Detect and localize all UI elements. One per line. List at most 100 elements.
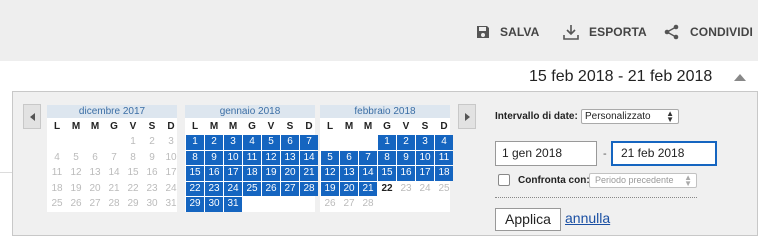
day-cell[interactable]: 28 bbox=[105, 197, 123, 212]
day-cell[interactable]: 12 bbox=[67, 166, 85, 181]
save-button[interactable]: SALVA bbox=[476, 23, 539, 41]
day-cell[interactable]: 31 bbox=[224, 197, 242, 212]
end-date-input[interactable]: 21 feb 2018 bbox=[611, 141, 717, 166]
day-cell[interactable]: 30 bbox=[143, 197, 161, 212]
day-cell[interactable]: 7 bbox=[359, 150, 377, 165]
day-cell[interactable]: 28 bbox=[359, 197, 377, 212]
day-cell[interactable]: 31 bbox=[162, 197, 180, 212]
day-cell[interactable]: 3 bbox=[416, 135, 434, 150]
day-cell[interactable]: 7 bbox=[300, 135, 318, 150]
day-cell[interactable]: 30 bbox=[205, 197, 223, 212]
day-cell[interactable]: 12 bbox=[262, 150, 280, 165]
day-cell[interactable]: 8 bbox=[378, 150, 396, 165]
day-cell[interactable]: 14 bbox=[359, 166, 377, 181]
day-cell[interactable]: 17 bbox=[162, 166, 180, 181]
day-cell[interactable]: 15 bbox=[378, 166, 396, 181]
day-cell[interactable]: 6 bbox=[86, 151, 104, 166]
day-cell[interactable]: 13 bbox=[281, 150, 299, 165]
day-cell[interactable]: 22 bbox=[124, 182, 142, 197]
day-cell[interactable]: 9 bbox=[205, 150, 223, 165]
day-cell[interactable]: 13 bbox=[86, 166, 104, 181]
day-cell[interactable]: 26 bbox=[321, 197, 339, 212]
date-range-display[interactable]: 15 feb 2018 - 21 feb 2018 bbox=[529, 68, 712, 86]
day-cell[interactable]: 20 bbox=[86, 182, 104, 197]
day-cell[interactable]: 16 bbox=[397, 166, 415, 181]
day-cell[interactable]: 12 bbox=[321, 166, 339, 181]
day-cell[interactable]: 10 bbox=[416, 150, 434, 165]
day-cell[interactable]: 27 bbox=[86, 197, 104, 212]
day-cell[interactable]: 27 bbox=[340, 197, 358, 212]
day-cell[interactable]: 25 bbox=[435, 182, 453, 197]
day-cell[interactable]: 14 bbox=[300, 150, 318, 165]
day-cell[interactable]: 2 bbox=[397, 135, 415, 150]
day-cell[interactable]: 18 bbox=[48, 182, 66, 197]
day-cell[interactable]: 19 bbox=[67, 182, 85, 197]
apply-button[interactable]: Applica bbox=[495, 208, 561, 231]
cancel-link[interactable]: annulla bbox=[565, 210, 610, 226]
day-cell[interactable]: 1 bbox=[186, 135, 204, 150]
day-cell[interactable]: 4 bbox=[48, 151, 66, 166]
export-button[interactable]: ESPORTA bbox=[563, 23, 647, 41]
interval-select[interactable]: Personalizzato ▲ ▼ bbox=[581, 109, 679, 124]
day-cell[interactable]: 17 bbox=[224, 166, 242, 181]
day-cell[interactable]: 16 bbox=[143, 166, 161, 181]
day-cell[interactable]: 3 bbox=[224, 135, 242, 150]
day-cell[interactable]: 3 bbox=[162, 135, 180, 150]
day-cell[interactable]: 23 bbox=[397, 182, 415, 197]
day-cell[interactable]: 8 bbox=[124, 151, 142, 166]
day-cell[interactable]: 29 bbox=[186, 197, 204, 212]
day-cell[interactable]: 21 bbox=[105, 182, 123, 197]
day-cell[interactable]: 24 bbox=[162, 182, 180, 197]
day-cell[interactable]: 25 bbox=[243, 181, 261, 196]
day-cell[interactable]: 6 bbox=[340, 150, 358, 165]
day-cell[interactable]: 5 bbox=[67, 151, 85, 166]
day-cell[interactable]: 18 bbox=[435, 166, 453, 181]
day-cell[interactable]: 15 bbox=[124, 166, 142, 181]
day-cell[interactable]: 23 bbox=[205, 181, 223, 196]
day-cell[interactable]: 9 bbox=[143, 151, 161, 166]
day-cell[interactable]: 29 bbox=[124, 197, 142, 212]
day-cell[interactable]: 2 bbox=[205, 135, 223, 150]
collapse-caret-icon[interactable] bbox=[734, 74, 746, 81]
day-cell[interactable]: 1 bbox=[124, 135, 142, 150]
day-cell[interactable]: 24 bbox=[224, 181, 242, 196]
day-cell[interactable]: 5 bbox=[321, 150, 339, 165]
day-cell[interactable]: 22 bbox=[378, 182, 396, 197]
day-cell[interactable]: 23 bbox=[143, 182, 161, 197]
day-cell[interactable]: 11 bbox=[435, 150, 453, 165]
day-cell[interactable]: 11 bbox=[243, 150, 261, 165]
day-cell[interactable]: 28 bbox=[300, 181, 318, 196]
start-date-input[interactable]: 1 gen 2018 bbox=[495, 141, 597, 166]
day-cell[interactable]: 7 bbox=[105, 151, 123, 166]
day-cell[interactable]: 5 bbox=[262, 135, 280, 150]
day-cell[interactable]: 14 bbox=[105, 166, 123, 181]
day-cell[interactable]: 2 bbox=[143, 135, 161, 150]
day-cell[interactable]: 4 bbox=[435, 135, 453, 150]
day-cell[interactable]: 13 bbox=[340, 166, 358, 181]
day-cell[interactable]: 20 bbox=[281, 166, 299, 181]
day-cell[interactable]: 19 bbox=[321, 181, 339, 196]
day-cell[interactable]: 10 bbox=[224, 150, 242, 165]
day-cell[interactable]: 15 bbox=[186, 166, 204, 181]
day-cell[interactable]: 4 bbox=[243, 135, 261, 150]
compare-checkbox[interactable] bbox=[498, 174, 510, 186]
day-cell[interactable]: 19 bbox=[262, 166, 280, 181]
day-cell[interactable]: 21 bbox=[300, 166, 318, 181]
share-button[interactable]: CONDIVIDI bbox=[664, 23, 753, 41]
day-cell[interactable]: 26 bbox=[262, 181, 280, 196]
day-cell[interactable]: 17 bbox=[416, 166, 434, 181]
day-cell[interactable]: 9 bbox=[397, 150, 415, 165]
day-cell[interactable]: 8 bbox=[186, 150, 204, 165]
day-cell[interactable]: 1 bbox=[378, 135, 396, 150]
day-cell[interactable]: 20 bbox=[340, 181, 358, 196]
day-cell[interactable]: 26 bbox=[67, 197, 85, 212]
day-cell[interactable]: 6 bbox=[281, 135, 299, 150]
previous-month-button[interactable] bbox=[23, 104, 41, 129]
next-month-button[interactable] bbox=[458, 104, 476, 129]
day-cell[interactable]: 24 bbox=[416, 182, 434, 197]
day-cell[interactable]: 22 bbox=[186, 181, 204, 196]
day-cell[interactable]: 21 bbox=[359, 181, 377, 196]
compare-select[interactable]: Periodo precedente ▲ ▼ bbox=[589, 173, 697, 188]
day-cell[interactable]: 16 bbox=[205, 166, 223, 181]
day-cell[interactable]: 18 bbox=[243, 166, 261, 181]
